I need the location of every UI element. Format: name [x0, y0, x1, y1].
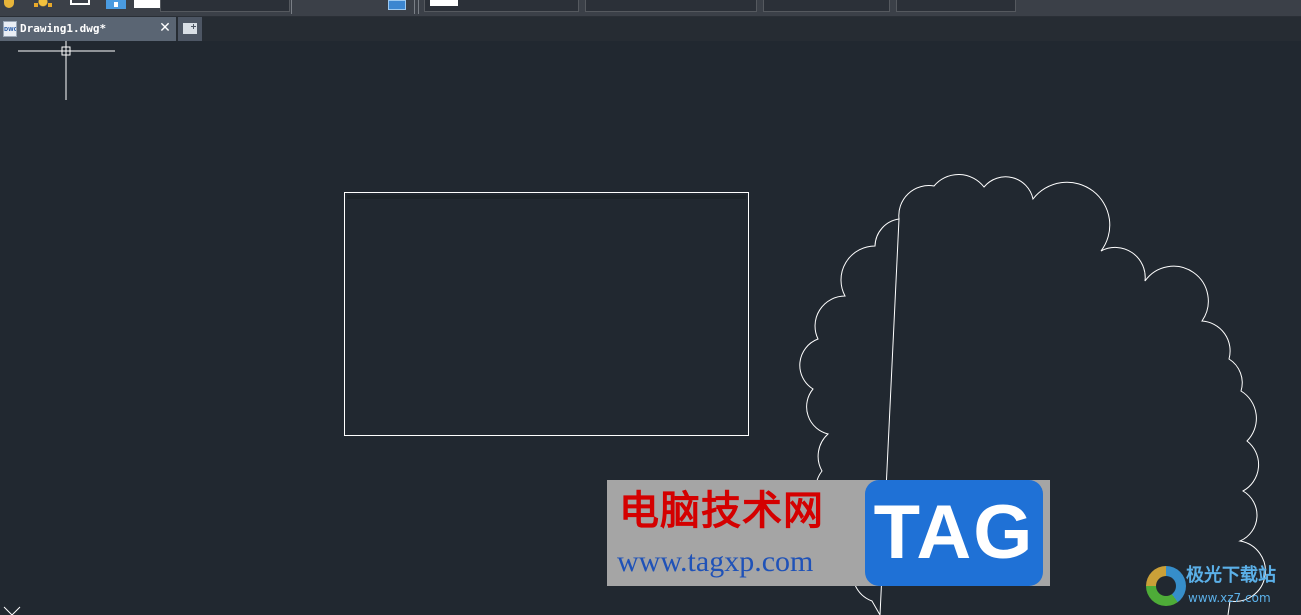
tab-drawing1[interactable]: DWG Drawing1.dwg* ✕	[0, 17, 176, 41]
toolbar-separator	[291, 0, 292, 14]
toolbar-separator	[418, 0, 419, 14]
linetype-dropdown[interactable]	[585, 0, 757, 12]
watermark-url: www.tagxp.com	[617, 545, 814, 578]
layer-icon[interactable]	[106, 0, 126, 9]
lightbulb-icon[interactable]	[4, 0, 14, 8]
toolbar-separator	[414, 0, 415, 14]
lineweight-dropdown[interactable]	[763, 0, 890, 12]
watermark-tag-logo: TAG	[865, 480, 1043, 586]
property-toolbar	[0, 0, 1301, 17]
cad-application: DWG Drawing1.dwg* ✕ 电脑技术网 www.tagxp.com …	[0, 0, 1301, 615]
site-logo-icon	[1146, 566, 1186, 606]
plotstyle-dropdown[interactable]	[896, 0, 1016, 12]
tab-label: Drawing1.dwg*	[20, 22, 107, 35]
new-tab-button[interactable]	[178, 17, 202, 41]
ucs-icon	[3, 606, 21, 615]
square-icon[interactable]	[70, 0, 90, 5]
site-url: www.xz7.com	[1188, 591, 1271, 605]
rectangle-entity[interactable]	[344, 192, 749, 436]
sun-icon[interactable]	[32, 0, 54, 9]
site-watermark: 极光下载站 www.xz7.com	[1140, 560, 1301, 615]
new-tab-icon	[183, 23, 197, 34]
layer-color-swatch	[134, 0, 160, 8]
layer-dropdown[interactable]	[160, 0, 290, 12]
site-name: 极光下载站	[1186, 565, 1276, 586]
dwg-file-icon: DWG	[3, 21, 17, 37]
crosshair-cursor	[18, 41, 115, 100]
close-icon[interactable]: ✕	[158, 20, 172, 36]
document-tab-bar: DWG Drawing1.dwg* ✕	[0, 17, 1301, 41]
color-swatch	[430, 0, 458, 6]
watermark-banner: 电脑技术网 www.tagxp.com TAG	[607, 480, 1050, 586]
calculator-icon[interactable]	[388, 0, 406, 10]
watermark-chinese-text: 电脑技术网	[619, 487, 824, 534]
